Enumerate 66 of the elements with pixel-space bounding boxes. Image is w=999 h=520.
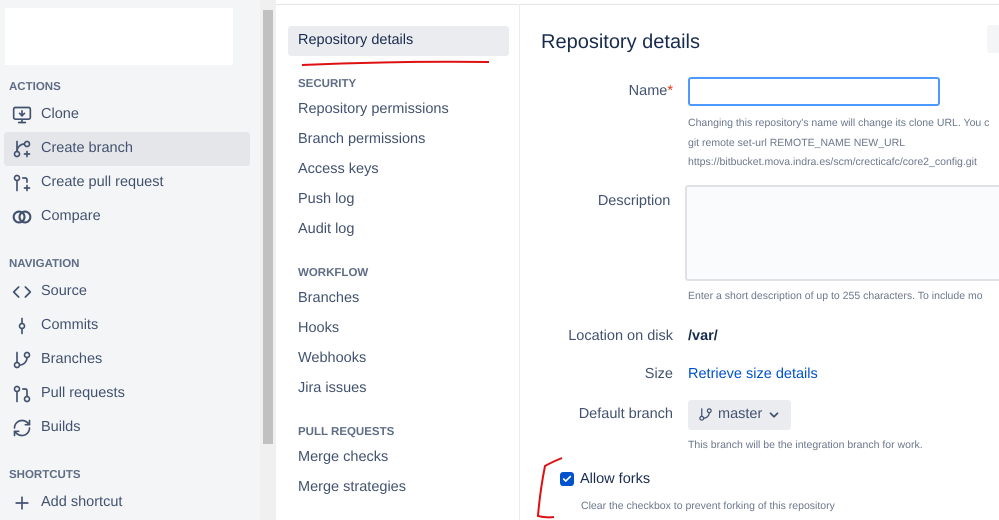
retrieve-size-link[interactable]: Retrieve size details (688, 364, 818, 386)
help-text: git remote set-url REMOTE_NAME NEW_URL (688, 136, 906, 150)
settings-nav-item[interactable]: Merge strategies (288, 473, 509, 503)
branch-dropdown[interactable]: master (688, 400, 792, 430)
help-text: Enter a short description of up to 255 characters. To include mo (688, 288, 984, 304)
sidebar-item-label: Add shortcut (41, 493, 122, 512)
name-input-field[interactable] (688, 77, 940, 106)
check-icon (562, 474, 572, 484)
field-label: Description (596, 192, 670, 210)
settings-nav-item[interactable]: Repository permissions (288, 95, 509, 125)
branch-plus-icon (12, 139, 32, 159)
branch-icon (12, 350, 32, 370)
field-label: Default branch (578, 404, 673, 424)
branch-icon (698, 407, 713, 422)
sidebar-item[interactable]: Create pull request (4, 166, 250, 200)
field-label: Location on disk (567, 327, 673, 346)
sidebar-item[interactable]: Pull requests (4, 377, 250, 411)
help-text: This branch will be the integration branch for work. (688, 438, 924, 453)
sidebar-item[interactable]: Source (4, 275, 250, 309)
sidebar-item-label: Create branch (41, 139, 133, 158)
sidebar-item-label: Branches (41, 350, 102, 370)
help-text: https://bitbucket.mova.indra.es/scm/crecticafc/core2_config.git (688, 155, 978, 170)
section-heading: PULL REQUESTS (297, 425, 396, 440)
section-heading: ACTIONS (8, 80, 62, 95)
download-monitor-icon (12, 105, 32, 125)
settings-nav-item[interactable]: Audit log (288, 215, 509, 245)
pull-request-icon (12, 173, 32, 193)
section-heading: NAVIGATION (8, 257, 80, 272)
sidebar-item[interactable]: Create branch (4, 132, 250, 166)
description-input-field[interactable] (685, 184, 999, 280)
sidebar-item[interactable]: Commits (4, 309, 250, 343)
sidebar-item-label: Source (41, 282, 87, 302)
sidebar-item-label: Builds (41, 418, 80, 438)
settings-nav-item[interactable]: Repository details (288, 26, 509, 56)
help-text: Clear the checkbox to prevent forking of this repository (581, 499, 836, 514)
section-heading: WORKFLOW (297, 266, 370, 281)
section-heading: SECURITY (297, 77, 358, 92)
help-text: Changing this repository's name will change its clone URL. You c (688, 116, 990, 131)
checkbox-label: Allow forks (580, 470, 650, 488)
pull-request-icon (12, 384, 32, 404)
sidebar-item[interactable]: Compare (4, 200, 250, 234)
field-label: Size (644, 365, 673, 384)
location-value: /var/ (688, 327, 718, 346)
sidebar-item[interactable]: Builds (4, 411, 250, 445)
scrollbar[interactable] (260, 0, 276, 520)
settings-nav-item[interactable]: Hooks (288, 314, 509, 344)
checkbox[interactable] (560, 472, 574, 486)
sidebar-item-label: Pull requests (41, 384, 125, 404)
settings-nav-item[interactable]: Branches (288, 284, 509, 314)
settings-nav-item[interactable]: Merge checks (288, 443, 509, 473)
field-label: Name* (628, 82, 673, 99)
sidebar-item[interactable]: Add shortcut (4, 486, 250, 520)
settings-nav-item[interactable]: Webhooks (288, 344, 509, 374)
sidebar-item[interactable]: Branches (4, 343, 250, 377)
sidebar-item[interactable]: Clone (4, 98, 250, 132)
sidebar-item-label: Create pull request (41, 173, 164, 192)
settings-nav-item[interactable]: Jira issues (288, 374, 509, 404)
sidebar-item-label: Commits (41, 316, 98, 336)
refresh-icon (12, 418, 32, 438)
settings-nav-item[interactable]: Access keys (288, 155, 509, 185)
settings-nav-item[interactable]: Branch permissions (288, 125, 509, 155)
settings-nav-item[interactable]: Push log (288, 185, 509, 215)
sidebar-item-label: Clone (41, 105, 79, 124)
page-title: Repository details (541, 30, 700, 55)
section-heading: SHORTCUTS (8, 468, 82, 483)
sidebar-item-label: Compare (41, 207, 101, 226)
